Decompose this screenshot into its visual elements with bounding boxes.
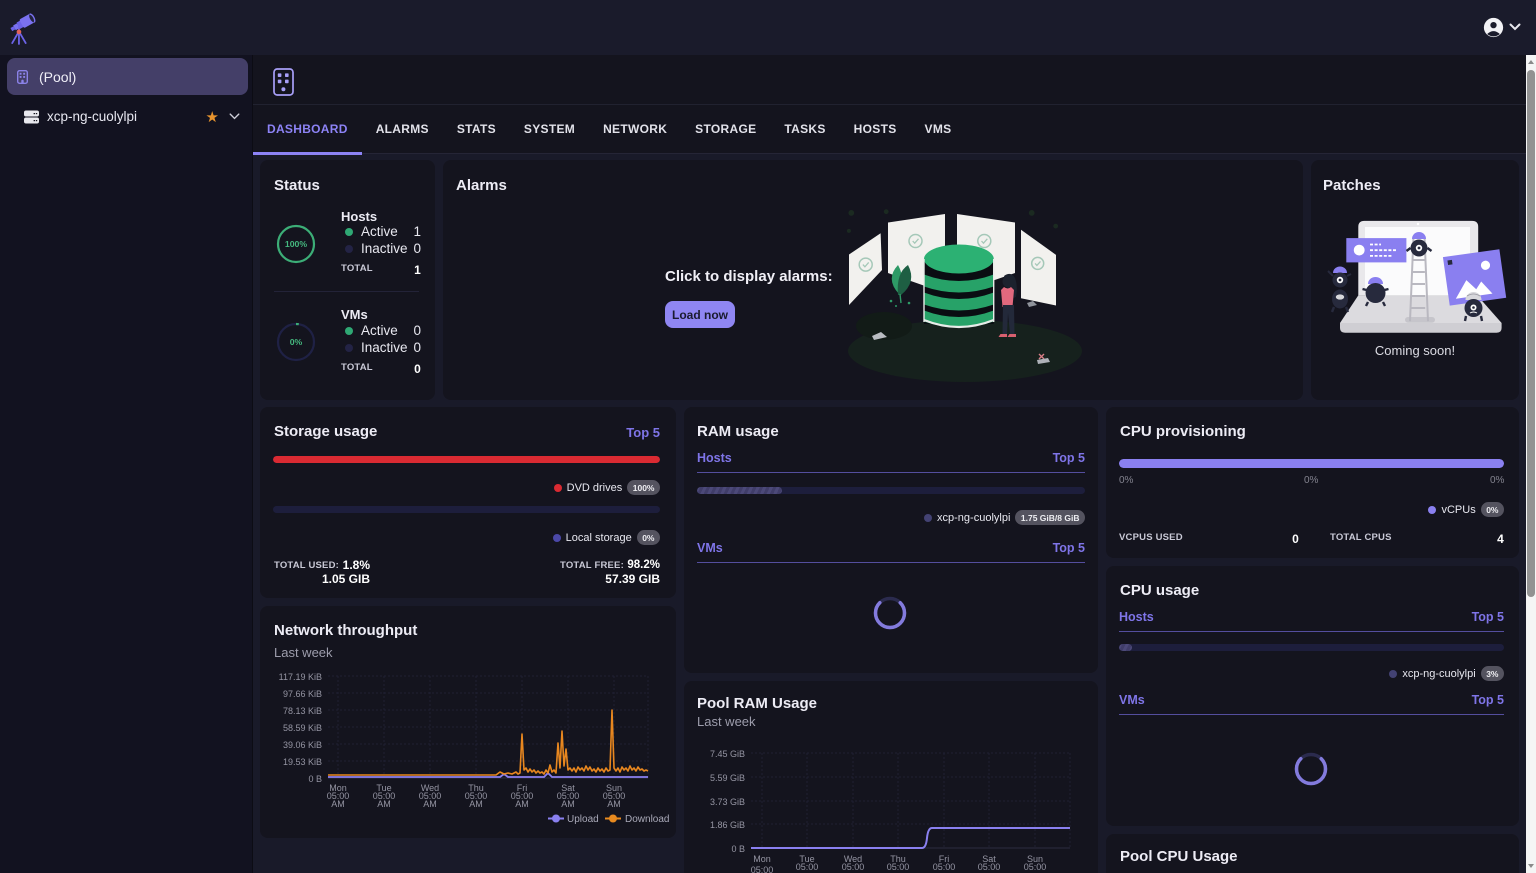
svg-text:0 B: 0 B (731, 844, 745, 854)
svg-text:05:00: 05:00 (887, 862, 910, 872)
svg-text:Download: Download (625, 814, 669, 825)
svg-text:0 B: 0 B (308, 774, 322, 784)
svg-text:100%: 100% (285, 239, 307, 249)
svg-text:AM: AM (515, 799, 529, 809)
svg-text:05:00: 05:00 (978, 862, 1001, 872)
svg-text:Upload: Upload (567, 814, 599, 825)
svg-text:05:00: 05:00 (751, 865, 774, 873)
svg-text:7.45 GiB: 7.45 GiB (710, 749, 745, 759)
svg-text:05:00: 05:00 (796, 862, 819, 872)
svg-text:05:00: 05:00 (1024, 862, 1047, 872)
svg-text:AM: AM (423, 799, 437, 809)
svg-text:AM: AM (377, 799, 391, 809)
svg-text:05:00: 05:00 (933, 862, 956, 872)
svg-text:AM: AM (469, 799, 483, 809)
svg-text:97.66 KiB: 97.66 KiB (283, 689, 322, 699)
svg-text:58.59 KiB: 58.59 KiB (283, 723, 322, 733)
svg-text:AM: AM (561, 799, 575, 809)
svg-text:19.53 KiB: 19.53 KiB (283, 757, 322, 767)
svg-text:AM: AM (607, 799, 621, 809)
svg-text:AM: AM (331, 799, 345, 809)
svg-text:3.73 GiB: 3.73 GiB (710, 797, 745, 807)
svg-text:39.06 KiB: 39.06 KiB (283, 740, 322, 750)
svg-text:1.86 GiB: 1.86 GiB (710, 820, 745, 830)
svg-text:05:00: 05:00 (842, 862, 865, 872)
svg-text:0%: 0% (290, 337, 303, 347)
svg-text:5.59 GiB: 5.59 GiB (710, 773, 745, 783)
svg-text:117.19 KiB: 117.19 KiB (279, 672, 322, 682)
svg-text:78.13 KiB: 78.13 KiB (283, 706, 322, 716)
svg-text:Mon: Mon (753, 854, 771, 864)
